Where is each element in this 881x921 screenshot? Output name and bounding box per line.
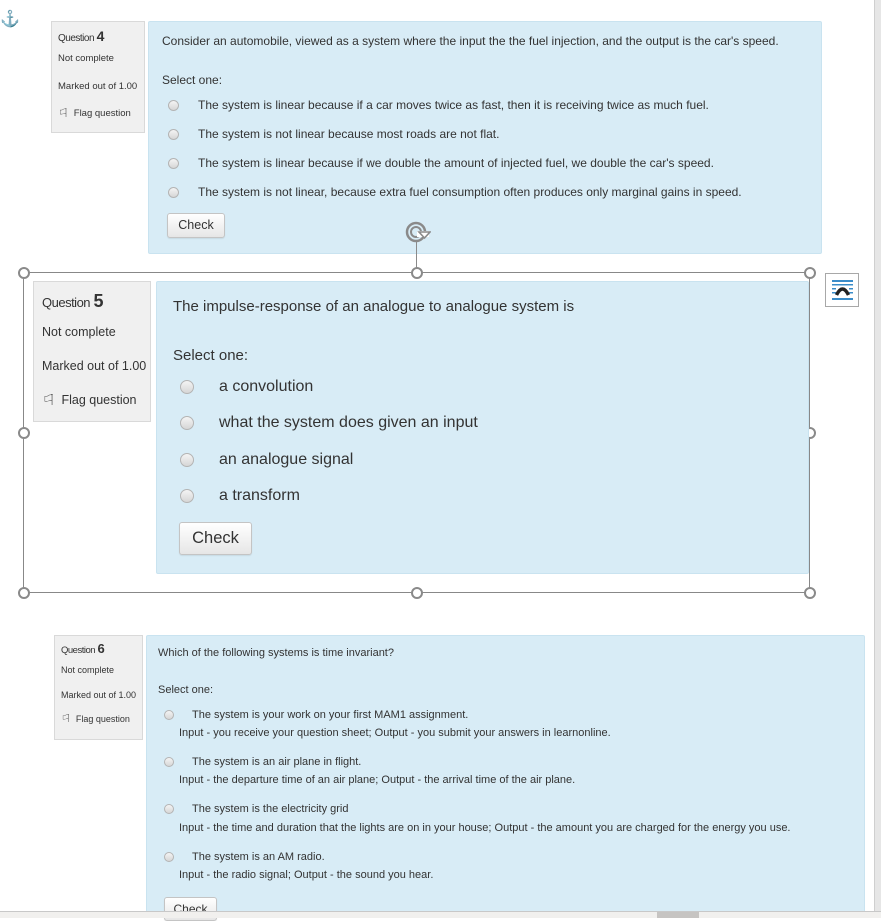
horizontal-scrollbar[interactable] bbox=[0, 911, 881, 918]
resize-handle-bottom-left[interactable] bbox=[18, 587, 30, 599]
question-4-content: Consider an automobile, viewed as a syst… bbox=[148, 21, 822, 254]
question-text: Which of the following systems is time i… bbox=[158, 647, 394, 659]
answer-option-text: The system is linear because if a car mo… bbox=[198, 98, 709, 112]
flag-question-label: Flag question bbox=[73, 107, 131, 119]
vertical-scrollbar[interactable] bbox=[874, 0, 881, 918]
question-4-info: Question 4 Not complete Marked out of 1.… bbox=[51, 21, 145, 133]
question-status: Not complete bbox=[61, 665, 115, 675]
question-6-info: Question 6 Not complete Marked out of 1.… bbox=[54, 635, 143, 740]
answer-option[interactable]: The system is the electricity grid bbox=[164, 801, 349, 816]
answer-option[interactable]: an analogue signal bbox=[180, 450, 353, 470]
radio-button[interactable] bbox=[164, 803, 174, 814]
flag-question-link[interactable]: ⚐ Flag question bbox=[42, 391, 150, 409]
question-number: Question 5 bbox=[42, 291, 150, 312]
answer-option[interactable]: The system is linear because if we doubl… bbox=[168, 155, 714, 171]
flag-icon: ⚐ bbox=[58, 106, 69, 120]
resize-handle-left[interactable] bbox=[18, 427, 30, 439]
question-number-value: 4 bbox=[96, 28, 105, 44]
flag-question-link[interactable]: ⚐ Flag question bbox=[61, 712, 142, 725]
question-label: Question bbox=[61, 645, 96, 656]
wrap-text-icon[interactable] bbox=[825, 273, 859, 307]
flag-icon: ⚐ bbox=[61, 713, 71, 725]
anchor-icon: ⚓ bbox=[0, 11, 20, 28]
answer-option-text: a transform bbox=[219, 487, 300, 504]
question-number: Question 4 bbox=[58, 28, 144, 44]
answer-option[interactable]: a convolution bbox=[180, 377, 313, 397]
answer-option-detail: Input - you receive your question sheet;… bbox=[179, 727, 611, 739]
radio-button[interactable] bbox=[180, 453, 194, 467]
radio-button[interactable] bbox=[168, 186, 179, 198]
answer-option[interactable]: The system is an AM radio. bbox=[164, 849, 325, 864]
answer-option[interactable]: The system is not linear because most ro… bbox=[168, 126, 499, 142]
question-status: Not complete bbox=[42, 325, 116, 339]
check-button[interactable]: Check bbox=[179, 522, 252, 555]
resize-handle-bottom-right[interactable] bbox=[804, 587, 816, 599]
select-one-label: Select one: bbox=[173, 347, 249, 364]
answer-option-detail: Input - the departure time of an air pla… bbox=[179, 774, 576, 786]
rotate-handle-icon[interactable] bbox=[403, 220, 431, 244]
answer-option-text: The system is not linear, because extra … bbox=[198, 185, 742, 199]
answer-option-text: The system is an AM radio. bbox=[192, 850, 325, 863]
answer-option-text: a convolution bbox=[219, 378, 314, 395]
question-number-value: 5 bbox=[93, 291, 104, 311]
question-6-content: Which of the following systems is time i… bbox=[146, 635, 865, 921]
select-one-label: Select one: bbox=[162, 73, 223, 87]
answer-option[interactable]: The system is your work on your first MA… bbox=[164, 707, 468, 722]
horizontal-scrollbar-thumb[interactable] bbox=[657, 912, 699, 918]
flag-question-link[interactable]: ⚐ Flag question bbox=[58, 106, 144, 120]
answer-option-text: The system is linear because if we doubl… bbox=[198, 156, 714, 170]
check-button[interactable]: Check bbox=[167, 213, 225, 238]
answer-option[interactable]: The system is not linear, because extra … bbox=[168, 184, 742, 200]
question-number: Question 6 bbox=[61, 641, 142, 656]
resize-handle-top[interactable] bbox=[411, 267, 423, 279]
answer-option-text: The system is an air plane in flight. bbox=[192, 755, 362, 768]
answer-option[interactable]: The system is linear because if a car mo… bbox=[168, 97, 709, 113]
answer-option[interactable]: what the system does given an input bbox=[180, 413, 478, 433]
question-label: Question bbox=[42, 295, 91, 310]
question-status: Not complete bbox=[58, 53, 114, 64]
question-number-value: 6 bbox=[97, 641, 105, 656]
flag-icon: ⚐ bbox=[42, 392, 56, 409]
radio-button[interactable] bbox=[168, 128, 179, 140]
answer-option[interactable]: The system is an air plane in flight. bbox=[164, 754, 361, 769]
answer-option-text: The system is the electricity grid bbox=[192, 802, 349, 815]
radio-button[interactable] bbox=[164, 709, 174, 720]
radio-button[interactable] bbox=[180, 489, 194, 503]
radio-button[interactable] bbox=[168, 99, 179, 111]
flag-question-label: Flag question bbox=[61, 393, 137, 407]
question-marks: Marked out of 1.00 bbox=[61, 690, 137, 700]
question-marks: Marked out of 1.00 bbox=[42, 359, 147, 373]
answer-option-detail: Input - the radio signal; Output - the s… bbox=[179, 869, 434, 881]
radio-button[interactable] bbox=[180, 380, 194, 394]
answer-option-detail: Input - the time and duration that the l… bbox=[179, 822, 791, 834]
answer-option-text: what the system does given an input bbox=[219, 414, 478, 431]
select-one-label: Select one: bbox=[158, 684, 214, 696]
resize-handle-top-left[interactable] bbox=[18, 267, 30, 279]
question-text: Consider an automobile, viewed as a syst… bbox=[162, 34, 779, 48]
resize-handle-bottom[interactable] bbox=[411, 587, 423, 599]
question-label: Question bbox=[58, 33, 95, 44]
question-text: The impulse-response of an analogue to a… bbox=[173, 298, 575, 315]
radio-button[interactable] bbox=[180, 416, 194, 430]
radio-button[interactable] bbox=[168, 157, 179, 169]
flag-question-label: Flag question bbox=[75, 713, 130, 724]
answer-option[interactable]: a transform bbox=[180, 486, 300, 506]
question-5-info: Question 5 Not complete Marked out of 1.… bbox=[33, 281, 151, 422]
answer-option-text: an analogue signal bbox=[219, 451, 354, 468]
answer-option-text: The system is not linear because most ro… bbox=[198, 127, 500, 141]
answer-option-text: The system is your work on your first MA… bbox=[192, 708, 469, 721]
resize-handle-top-right[interactable] bbox=[804, 267, 816, 279]
radio-button[interactable] bbox=[164, 756, 174, 767]
question-5-content: The impulse-response of an analogue to a… bbox=[156, 281, 809, 574]
wrap-text-glyph bbox=[832, 280, 853, 300]
radio-button[interactable] bbox=[164, 851, 174, 862]
question-marks: Marked out of 1.00 bbox=[58, 81, 138, 92]
